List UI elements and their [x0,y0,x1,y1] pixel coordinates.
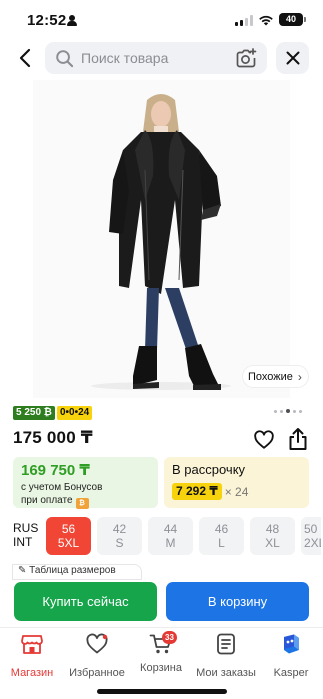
product-price: 175 000 ₸ [13,428,93,447]
bonus-note-line2-wrap: при оплате ₿ [21,494,150,509]
size-rus: 44 [163,522,178,536]
nav-item-favorites[interactable]: Избранное [66,633,128,679]
carousel-dot [274,409,277,413]
orders-icon [217,633,235,655]
cart-icon-wrap: 33 [149,631,177,655]
camera-search-icon[interactable] [235,47,257,69]
bonus-note-line1: с учетом Бонусов [21,482,103,493]
size-option[interactable]: 50 2XL [301,517,321,555]
product-image[interactable] [33,80,290,398]
share-button[interactable] [287,427,309,451]
nav-item-cart[interactable]: 33 Корзина [136,631,186,679]
close-button[interactable] [276,42,309,74]
carousel-dot-active [286,409,290,413]
size-list: 56 5XL 42 S 44 M 46 L 48 XL 50 2XL [46,517,321,555]
shop-icon [21,635,43,654]
size-system-label: RUS INT [13,521,38,549]
similar-label: Похожие [248,370,293,383]
badge-row: 5 250 ₿ 0•0•24 [13,406,93,420]
installment-amount: 7 292 ₸ [172,483,222,500]
carousel-dot [299,409,302,413]
search-icon [56,50,74,68]
cellular-signal-icon [235,15,253,26]
heart-icon [254,430,274,449]
nav-label-cart: Корзина [140,662,182,674]
size-rus: 46 [214,522,229,536]
size-int: 5XL [57,536,80,550]
bonus-coin-icon: ₿ [75,498,89,509]
size-option[interactable]: 46 L [199,517,244,555]
installment-row: 7 292 ₸ × 24 [172,483,301,500]
size-int: S [115,536,124,550]
size-option[interactable]: 42 S [97,517,142,555]
search-box[interactable] [45,42,267,74]
nav-item-shop[interactable]: Магазин [6,633,58,679]
similar-button[interactable]: Похожие › [243,366,308,387]
size-option[interactable]: 44 M [148,517,193,555]
ruler-icon: ✎ [18,565,30,576]
close-icon [286,51,299,65]
nav-item-orders[interactable]: Мои заказы [194,633,258,679]
battery-icon: 40 [279,13,306,26]
size-int: 2XL [304,536,321,550]
heart-icon [86,633,108,654]
installment-months: × 24 [224,484,249,499]
size-system-rus: RUS [13,521,39,535]
nav-label-kasper: Kasper [273,667,309,679]
carousel-dots[interactable] [274,408,302,414]
size-option-selected[interactable]: 56 5XL [46,517,91,555]
size-int: XL [265,536,280,550]
size-rus: 56 [61,522,76,536]
cart-badge: 33 [162,631,177,644]
chevron-right-icon: › [297,369,302,384]
product-photo [33,80,290,398]
bonus-badge: 5 250 ₿ [13,406,55,420]
kasper-icon [284,634,299,654]
bonus-note-line2: при оплате [21,495,73,506]
person-icon [67,15,77,26]
installment-badge: 0•0•24 [56,406,93,420]
bonus-price: 169 750 ₸ [21,462,90,479]
add-to-cart-button[interactable]: В корзину [166,582,309,621]
carousel-dot [293,409,296,413]
bonus-price-card: 169 750 ₸ с учетом Бонусов при оплате ₿ [13,457,158,509]
size-system-int: INT [13,535,33,549]
size-table-label: Таблица размеров [29,565,116,576]
installment-card[interactable]: В рассрочку 7 292 ₸ × 24 [164,457,309,508]
favorite-button[interactable] [253,429,275,451]
size-rus: 48 [265,522,280,536]
buy-now-button[interactable]: Купить сейчас [14,582,157,621]
nav-item-kasper[interactable]: Kasper [267,633,315,679]
status-bar: 12:52 40 [0,0,323,40]
share-icon [289,428,307,450]
nav-label-favorites: Избранное [69,667,125,679]
wifi-icon [259,15,273,26]
home-indicator [97,689,227,694]
carousel-dot [280,409,283,413]
product-page: 12:52 40 Поиск товара Похожие › 5 250 ₿ … [0,0,323,699]
chevron-left-icon [19,48,31,68]
size-int: L [218,536,225,550]
size-table-link[interactable]: ✎ Таблица размеров [13,565,141,579]
status-time: 12:52 [27,12,67,29]
search-input[interactable] [81,42,231,74]
installment-title: В рассрочку [172,462,246,477]
nav-label-shop: Магазин [10,667,54,679]
size-option[interactable]: 48 XL [250,517,295,555]
nav-label-orders: Мои заказы [196,667,256,679]
size-int: M [165,536,176,550]
size-rus: 42 [112,522,127,536]
size-rus: 50 [304,522,318,536]
back-button[interactable] [12,44,38,72]
